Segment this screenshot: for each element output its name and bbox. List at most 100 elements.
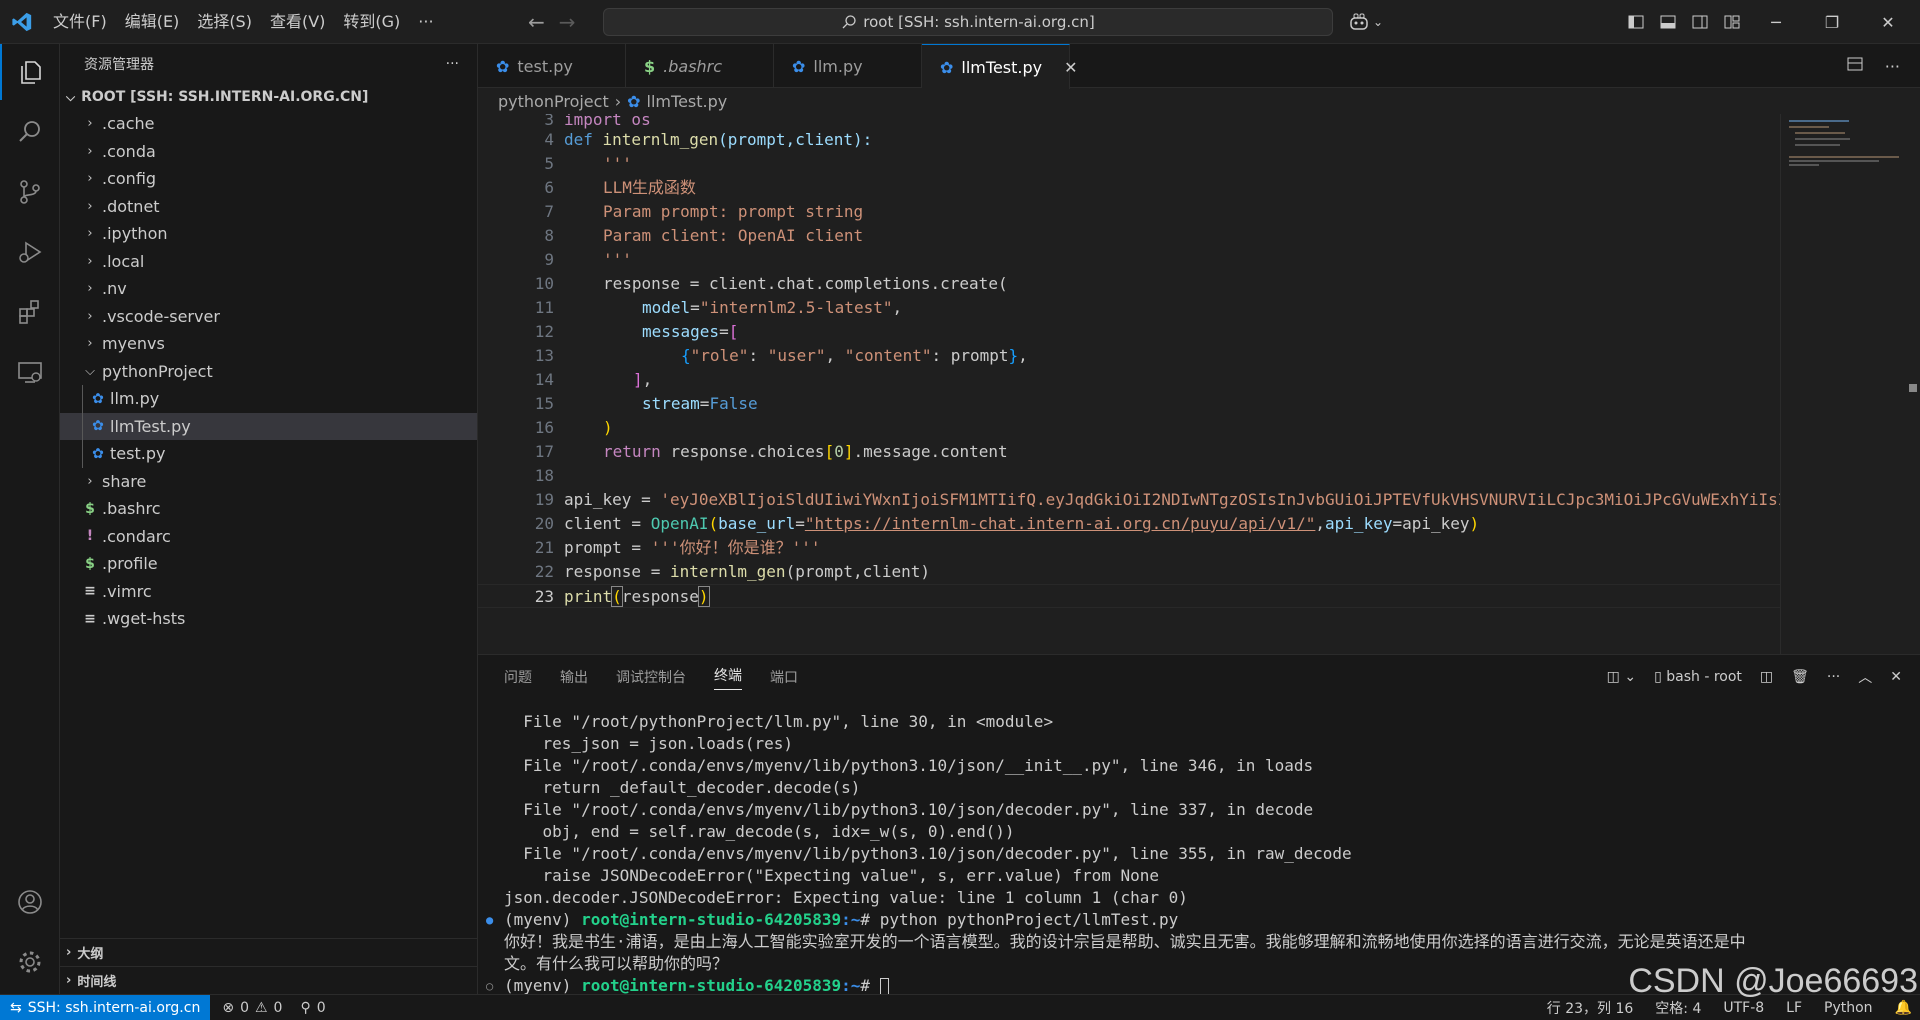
file-item[interactable]: ≡ .vimrc <box>60 578 477 606</box>
folder-item[interactable]: › .cache <box>60 110 477 138</box>
file-item[interactable]: ✿ llm.py <box>60 385 477 413</box>
remote-indicator[interactable]: ⇆ SSH: ssh.intern-ai.org.cn <box>0 994 211 1020</box>
customize-layout-icon[interactable] <box>1716 0 1748 44</box>
folder-item[interactable]: › .conda <box>60 138 477 166</box>
file-item[interactable]: ✿ llmTest.py <box>60 412 477 440</box>
chevron-right-icon: › <box>87 308 93 324</box>
tab-test-py[interactable]: ✿ test.py <box>478 44 626 88</box>
terminal-prompt-line: ● (myenv) root@intern-studio-64205839:~# … <box>486 910 1179 929</box>
menu-selection[interactable]: 选择(S) <box>188 0 261 44</box>
arrow-left-icon[interactable]: ← <box>528 10 545 34</box>
folder-item[interactable]: › .local <box>60 248 477 276</box>
workspace-root[interactable]: ⌵ ROOT [SSH: SSH.INTERN-AI.ORG.CN] <box>60 84 477 110</box>
breadcrumb-folder[interactable]: pythonProject <box>498 92 609 111</box>
line-number: 21 <box>534 538 554 557</box>
panel-actions: ◫ ⌄ ▯ bash - root ◫ 🗑 ··· ︿ ✕ <box>1607 655 1902 699</box>
folder-item[interactable]: › share <box>60 468 477 496</box>
end-of-line[interactable]: LF <box>1786 1000 1802 1016</box>
file-item[interactable]: ! .condarc <box>60 523 477 551</box>
line-number: 4 <box>544 130 554 149</box>
chevron-right-icon: › <box>87 143 93 159</box>
terminal-output[interactable]: File "/root/pythonProject/llm.py", line … <box>486 711 1904 997</box>
file-item[interactable]: ✿ test.py <box>60 440 477 468</box>
tab-terminal[interactable]: 终端 <box>714 665 742 690</box>
toggle-primary-sidebar-icon[interactable] <box>1620 0 1652 44</box>
tab-label: llmTest.py <box>961 57 1043 77</box>
more-actions-icon[interactable]: ··· <box>1885 57 1900 76</box>
file-item[interactable]: $ .bashrc <box>60 495 477 523</box>
tab-problems[interactable]: 问题 <box>504 667 532 687</box>
split-icon[interactable]: ◫ <box>1760 669 1773 685</box>
command-success-dot-icon[interactable]: ● <box>486 909 493 931</box>
folder-item[interactable]: › .nv <box>60 275 477 303</box>
outline-section[interactable]: › 大纲 <box>60 938 478 966</box>
language-mode[interactable]: Python <box>1824 1000 1873 1016</box>
line-number: 7 <box>544 202 554 221</box>
accounts-icon[interactable] <box>0 874 60 930</box>
file-item[interactable]: ≡ .wget-hsts <box>60 605 477 633</box>
folder-item[interactable]: › .config <box>60 165 477 193</box>
close-panel-icon[interactable]: ✕ <box>1890 669 1902 685</box>
terminal-line: json.decoder.JSONDecodeError: Expecting … <box>504 888 1188 907</box>
folder-item[interactable]: ⌵ pythonProject <box>60 358 477 386</box>
maximize-panel-icon[interactable]: ︿ <box>1858 667 1872 687</box>
folder-item[interactable]: › .vscode-server <box>60 303 477 331</box>
problems-status[interactable]: ⊗ 0 ⚠ 0 <box>222 1000 282 1016</box>
close-tab-icon[interactable]: ✕ <box>1064 58 1077 77</box>
ports-status[interactable]: ⚲ 0 <box>300 1000 325 1016</box>
tree-item-label: .bashrc <box>102 499 161 519</box>
terminal-line: 你好！我是书生·浦语，是由上海人工智能实验室开发的一个语言模型。我的设计宗旨是帮… <box>504 932 1746 951</box>
notifications-bell-icon[interactable]: 🔔 <box>1895 1000 1912 1016</box>
tab-debug-console[interactable]: 调试控制台 <box>616 667 686 687</box>
toggle-secondary-sidebar-icon[interactable] <box>1684 0 1716 44</box>
close-window-icon[interactable]: ✕ <box>1860 0 1916 44</box>
more-actions-icon[interactable]: ··· <box>1827 669 1840 685</box>
tab-ports[interactable]: 端口 <box>770 667 798 687</box>
run-debug-icon[interactable] <box>0 224 60 280</box>
search-activity-icon[interactable] <box>0 104 60 160</box>
tab-bashrc[interactable]: $ .bashrc <box>626 44 774 88</box>
tab-llmtest-py[interactable]: ✿ llmTest.py ✕ <box>922 44 1078 89</box>
menu-view[interactable]: 查看(V) <box>261 0 334 44</box>
timeline-section[interactable]: › 时间线 <box>60 966 478 994</box>
indentation[interactable]: 空格: 4 <box>1655 998 1701 1018</box>
code-line: 6 LLM生成函数 <box>478 176 1780 200</box>
chevron-right-icon: › <box>87 336 93 352</box>
split-terminal-icon[interactable]: ◫ ⌄ <box>1607 669 1636 685</box>
encoding[interactable]: UTF-8 <box>1723 1000 1764 1016</box>
menu-more[interactable]: ··· <box>409 0 442 44</box>
copilot-button[interactable]: ⌄ <box>1349 0 1383 44</box>
split-editor-icon[interactable] <box>1847 56 1863 76</box>
code-editor[interactable]: 3 import os 4 def internlm_gen(prompt,clie… <box>478 114 1780 634</box>
remote-explorer-icon[interactable] <box>0 344 60 400</box>
vertical-scrollbar[interactable] <box>1906 114 1920 654</box>
restore-icon[interactable]: ❐ <box>1804 0 1860 44</box>
settings-gear-icon[interactable] <box>0 934 60 990</box>
minimap[interactable] <box>1780 114 1906 654</box>
tab-llm-py[interactable]: ✿ llm.py <box>774 44 922 88</box>
explorer-sidebar: 资源管理器 ··· ⌵ ROOT [SSH: SSH.INTERN-AI.ORG… <box>60 44 478 994</box>
extensions-icon[interactable] <box>0 284 60 340</box>
explorer-icon[interactable] <box>0 44 60 100</box>
folder-item[interactable]: › .dotnet <box>60 193 477 221</box>
more-actions-icon[interactable]: ··· <box>446 56 459 72</box>
folder-item[interactable]: › myenvs <box>60 330 477 358</box>
minimize-icon[interactable]: ─ <box>1748 0 1804 44</box>
menu-bar: 文件(F) 编辑(E) 选择(S) 查看(V) 转到(G) ··· <box>44 0 443 44</box>
arrow-right-icon[interactable]: → <box>559 10 576 34</box>
toggle-panel-icon[interactable] <box>1652 0 1684 44</box>
tab-output[interactable]: 输出 <box>560 667 588 687</box>
cursor-position[interactable]: 行 23，列 16 <box>1547 998 1634 1018</box>
menu-file[interactable]: 文件(F) <box>44 0 116 44</box>
chevron-right-icon: › <box>66 973 72 988</box>
menu-go[interactable]: 转到(G) <box>334 0 409 44</box>
file-item[interactable]: $ .profile <box>60 550 477 578</box>
folder-item[interactable]: › .ipython <box>60 220 477 248</box>
source-control-icon[interactable] <box>0 164 60 220</box>
menu-edit[interactable]: 编辑(E) <box>116 0 189 44</box>
breadcrumb-file[interactable]: llmTest.py <box>647 92 728 111</box>
trash-icon[interactable]: 🗑 <box>1791 669 1809 685</box>
terminal-instance[interactable]: ▯ bash - root <box>1654 669 1742 685</box>
scroll-marker <box>1909 384 1917 392</box>
command-center-search[interactable]: root [SSH: ssh.intern-ai.org.cn] <box>603 8 1333 36</box>
